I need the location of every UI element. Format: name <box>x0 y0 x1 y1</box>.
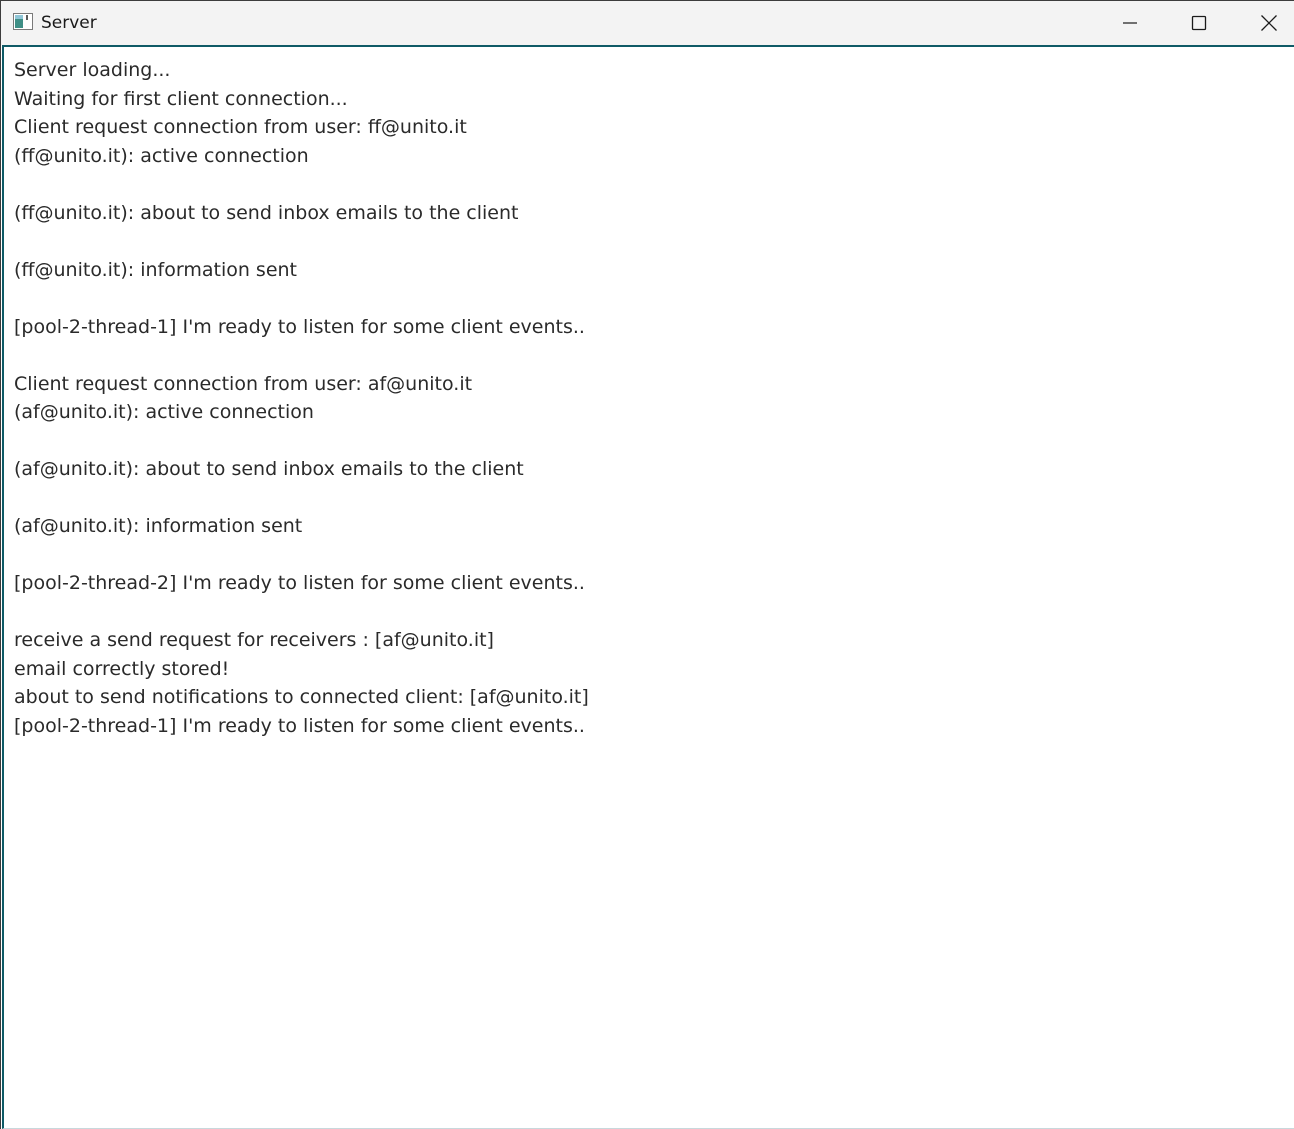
close-icon <box>1261 15 1277 31</box>
log-line: about to send notifications to connected… <box>14 686 589 708</box>
maximize-button[interactable] <box>1164 1 1234 45</box>
maximize-icon <box>1191 15 1207 31</box>
log-line: receive a send request for receivers : [… <box>14 629 494 651</box>
log-line: [pool-2-thread-1] I'm ready to listen fo… <box>14 714 585 737</box>
java-app-icon <box>13 13 33 30</box>
minimize-icon <box>1123 22 1137 24</box>
log-line <box>14 341 589 370</box>
log-line <box>14 484 589 513</box>
server-window: Server Server loading... Waiting for fir… <box>0 0 1294 1129</box>
log-list: Server loading... Waiting for first clie… <box>14 56 589 740</box>
log-line <box>14 170 589 199</box>
log-line: Client request connection from user: af@… <box>14 372 473 395</box>
log-line: (af@unito.it): about to send inbox email… <box>14 458 524 480</box>
minimize-button[interactable] <box>1095 1 1165 45</box>
close-button[interactable] <box>1234 1 1294 45</box>
log-line: Client request connection from user: ff@… <box>14 116 467 138</box>
window-title: Server <box>41 13 97 33</box>
log-line <box>14 598 589 627</box>
log-line: [pool-2-thread-1] I'm ready to listen fo… <box>14 315 585 338</box>
log-line: Waiting for first client connection... <box>14 87 348 110</box>
log-text-area[interactable]: Server loading... Waiting for first clie… <box>2 45 1294 1129</box>
title-bar[interactable]: Server <box>1 1 1294 45</box>
log-line: (ff@unito.it): active connection <box>14 144 309 167</box>
log-line: Server loading... <box>14 59 171 81</box>
log-line: (ff@unito.it): about to send inbox email… <box>14 201 519 224</box>
log-line: (ff@unito.it): information sent <box>14 258 298 281</box>
log-line <box>14 541 589 570</box>
log-line: (af@unito.it): information sent <box>14 515 303 537</box>
log-line: (af@unito.it): active connection <box>14 401 314 423</box>
log-line: email correctly stored! <box>14 657 230 680</box>
log-line: [pool-2-thread-2] I'm ready to listen fo… <box>14 572 585 594</box>
log-line <box>14 284 589 313</box>
log-line <box>14 227 589 256</box>
log-line <box>14 427 589 456</box>
